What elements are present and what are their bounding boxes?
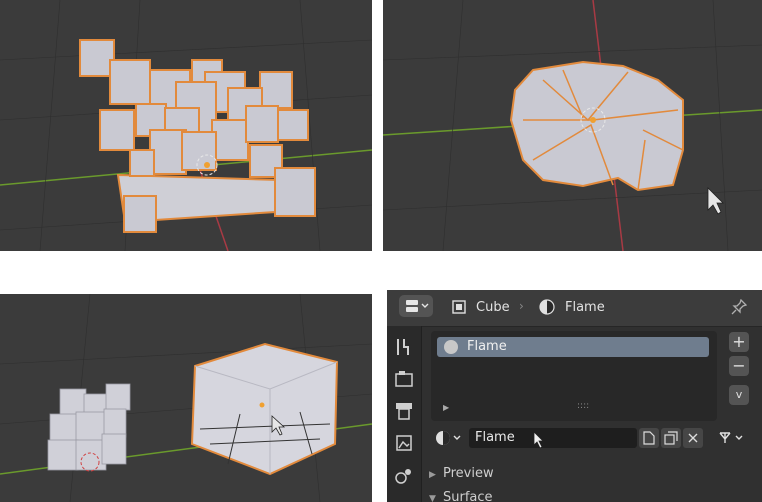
origin-dot-icon [590,117,596,123]
material-link-button[interactable] [717,428,749,448]
viewport-top-left[interactable] [0,0,372,251]
surface-section-header[interactable]: ▼ Surface [429,490,493,502]
fake-user-button[interactable] [639,428,659,448]
material-name-value: Flame [475,430,515,445]
viewport-top-right[interactable] [383,0,762,251]
material-properties-panel: Cube › Flame Flame ▶ :::: + − v Flame ▶ … [387,290,762,502]
mouse-cursor-icon [533,432,544,449]
unlink-material-button[interactable] [683,428,703,448]
material-preview-icon [444,340,458,354]
material-specials-button[interactable]: v [729,385,749,405]
scene-tab-icon[interactable] [393,464,415,486]
pin-icon[interactable] [731,299,747,315]
tool-tab-icon[interactable] [393,336,415,358]
collapsed-arrow-icon: ▶ [429,470,436,480]
add-material-slot-button[interactable]: + [729,332,749,352]
view-layer-tab-icon[interactable] [393,432,415,454]
scene-shattered-cube [383,0,762,251]
expanded-arrow-icon: ▼ [429,494,436,502]
breadcrumb-separator: › [519,299,524,313]
material-icon [539,299,555,315]
duplicate-material-button[interactable] [661,428,681,448]
preview-section-label: Preview [443,466,494,481]
properties-header: Cube › Flame [387,290,762,327]
material-slot-list[interactable]: Flame ▶ :::: [431,331,717,421]
material-name-field[interactable]: Flame [469,428,637,449]
render-tab-icon[interactable] [393,368,415,390]
expand-list-icon[interactable]: ▶ [443,403,449,412]
preview-section-header[interactable]: ▶ Preview [429,466,494,481]
remove-material-slot-button[interactable]: − [729,356,749,376]
object-icon [452,300,466,314]
breadcrumb-material: Flame [565,300,605,315]
editor-type-button[interactable] [399,295,433,317]
list-resize-grip[interactable]: :::: [577,401,589,411]
viewport-bottom-left[interactable] [0,294,372,502]
origin-dot-icon [259,402,265,408]
browse-material-icon[interactable] [435,430,465,446]
scene-fragments-and-cube [0,294,372,502]
scene-scattered-cubes [0,0,372,251]
properties-tab-bar [387,326,422,502]
surface-section-label: Surface [443,490,493,502]
list-item[interactable]: Flame [437,337,709,357]
origin-dot-icon [204,162,210,168]
node-link-icon [719,432,743,443]
close-icon [688,433,698,443]
duplicate-icon [664,431,678,445]
material-slot-label: Flame [467,339,507,354]
file-icon [643,431,655,445]
output-tab-icon[interactable] [393,400,415,422]
breadcrumb-object: Cube [476,300,510,315]
